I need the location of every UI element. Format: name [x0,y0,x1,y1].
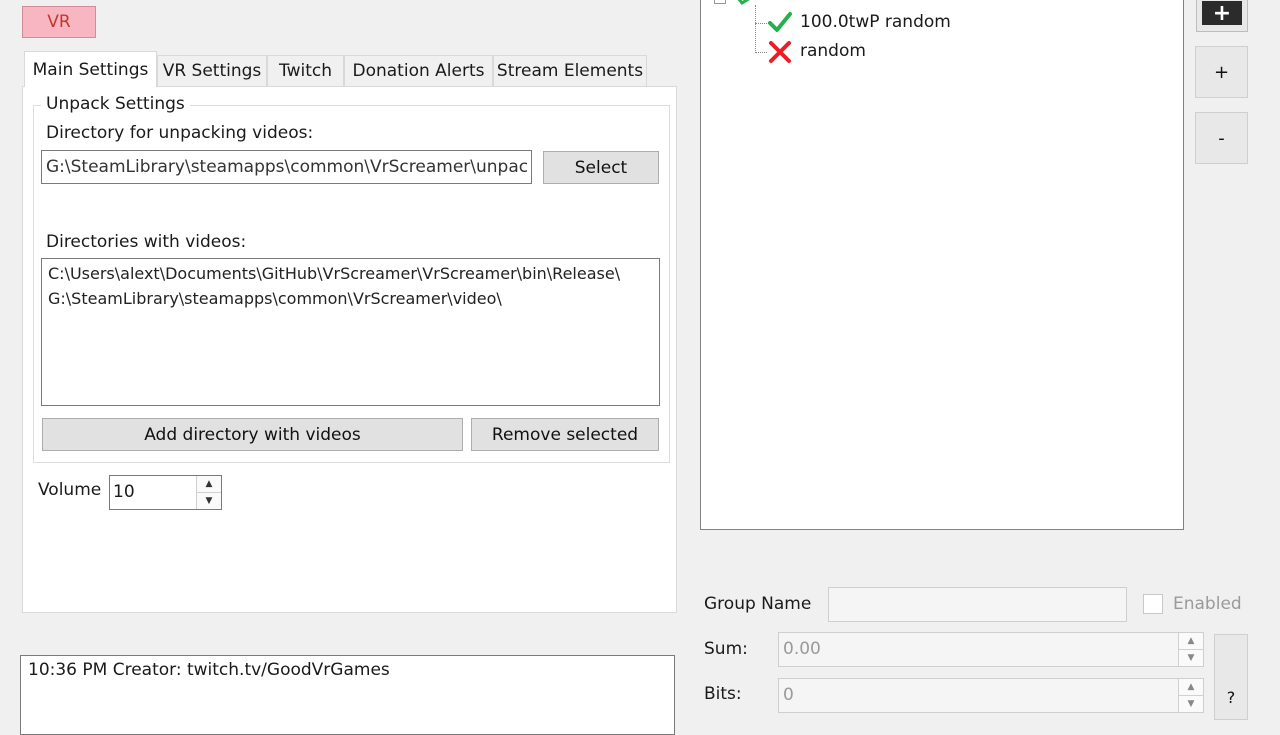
add-directory-label: Add directory with videos [144,424,361,445]
tab-vr-settings[interactable]: VR Settings [157,55,267,86]
tab-main-settings[interactable]: Main Settings [24,51,157,87]
tab-label: Stream Elements [496,61,644,81]
tree-line [755,52,767,53]
bits-label: Bits: [704,684,742,704]
tab-stream-elements[interactable]: Stream Elements [493,55,647,86]
sum-stepper[interactable]: 0.00 ▲ ▼ [778,632,1204,667]
add-group-button[interactable]: + [1196,0,1248,32]
unpack-dir-input[interactable]: G:\SteamLibrary\steamapps\common\VrScrea… [41,150,532,184]
volume-spinner[interactable]: ▲ ▼ [196,476,221,509]
list-item[interactable]: G:\SteamLibrary\steamapps\common\VrScrea… [48,286,653,311]
sum-spinner[interactable]: ▲ ▼ [1178,633,1203,666]
tab-label: Donation Alerts [352,61,485,81]
log-box[interactable]: 10:36 PM Creator: twitch.tv/GoodVrGames [20,655,675,735]
select-button-label: Select [574,157,628,178]
remove-selected-button[interactable]: Remove selected [471,418,659,451]
group-name-label: Group Name [704,594,812,614]
down-arrow-icon[interactable]: ▼ [1179,695,1203,712]
add-directory-button[interactable]: Add directory with videos [42,418,463,451]
list-item[interactable]: C:\Users\alext\Documents\GitHub\VrScream… [48,261,653,286]
video-dirs-label: Directories with videos: [46,232,247,252]
tree-line [755,23,769,24]
tree-expander-icon[interactable] [714,0,726,4]
check-icon [768,12,792,32]
enabled-label: Enabled [1173,594,1242,614]
bits-value: 0 [783,685,794,705]
minus-icon: - [1218,127,1225,149]
bits-stepper[interactable]: 0 ▲ ▼ [778,678,1204,713]
vr-button[interactable]: VR [22,6,96,38]
sum-value: 0.00 [783,639,821,659]
volume-stepper[interactable]: 10 ▲ ▼ [109,475,222,510]
help-icon: ? [1226,688,1236,707]
video-dirs-list[interactable]: C:\Users\alext\Documents\GitHub\VrScream… [41,258,660,406]
plus-icon: + [1202,0,1242,26]
remove-item-button[interactable]: - [1195,112,1248,164]
vr-button-label: VR [47,12,71,32]
bits-spinner[interactable]: ▲ ▼ [1178,679,1203,712]
unpack-settings-title: Unpack Settings [41,94,190,114]
log-line: 10:36 PM Creator: twitch.tv/GoodVrGames [28,660,390,680]
unpack-dir-label: Directory for unpacking videos: [46,123,314,143]
up-arrow-icon[interactable]: ▲ [1179,679,1203,695]
unpack-dir-value: G:\SteamLibrary\steamapps\common\VrScrea… [46,157,529,177]
tree-item[interactable]: random [800,41,866,61]
plus-icon-glyph: + [1212,0,1232,26]
tab-donation-alerts[interactable]: Donation Alerts [344,55,493,86]
volume-label: Volume [38,480,102,500]
tab-twitch[interactable]: Twitch [267,55,344,86]
help-button[interactable]: ? [1214,634,1248,720]
group-tree[interactable] [700,0,1184,530]
tab-label: Twitch [279,61,332,81]
tab-label: VR Settings [162,61,262,81]
tree-item-label: random [800,41,866,61]
tree-item[interactable]: 100.0twP random [800,12,951,32]
cross-icon [769,41,791,63]
enabled-checkbox[interactable] [1143,594,1163,614]
down-arrow-icon[interactable]: ▼ [197,492,221,509]
up-arrow-icon[interactable]: ▲ [197,476,221,492]
sum-label: Sum: [704,639,748,659]
down-arrow-icon[interactable]: ▼ [1179,649,1203,666]
select-button[interactable]: Select [543,151,659,184]
add-item-button[interactable]: + [1195,46,1248,98]
plus-icon: + [1213,61,1230,83]
group-name-input[interactable] [828,587,1127,622]
remove-selected-label: Remove selected [491,424,639,445]
tab-label: Main Settings [32,59,149,80]
volume-value: 10 [113,482,135,502]
check-icon [737,0,750,5]
tree-line [755,5,756,53]
tree-item-label: 100.0twP random [800,12,951,32]
up-arrow-icon[interactable]: ▲ [1179,633,1203,649]
